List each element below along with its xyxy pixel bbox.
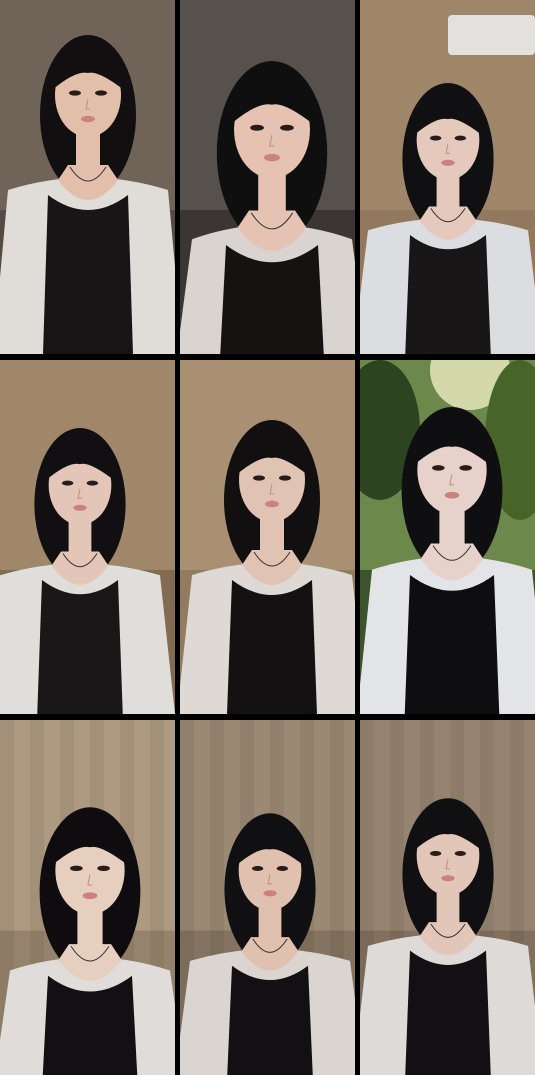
shade <box>180 0 355 354</box>
portrait-image-4 <box>0 360 175 714</box>
portrait-image-8 <box>180 720 355 1075</box>
video-frame-9[interactable] <box>360 720 535 1075</box>
video-frame-5[interactable] <box>180 360 355 714</box>
shade <box>360 720 535 1075</box>
video-frame-2[interactable] <box>180 0 355 354</box>
shade <box>180 360 355 714</box>
portrait-image-5 <box>180 360 355 714</box>
video-frame-4[interactable] <box>0 360 175 714</box>
shade <box>180 720 355 1075</box>
portrait-image-9 <box>360 720 535 1075</box>
shade <box>0 0 175 354</box>
video-frame-6[interactable] <box>360 360 535 714</box>
video-frame-8[interactable] <box>180 720 355 1075</box>
video-frame-1[interactable] <box>0 0 175 354</box>
portrait-image-2 <box>180 0 355 354</box>
portrait-image-7 <box>0 720 175 1075</box>
video-grid <box>0 0 535 1075</box>
shade <box>360 360 535 714</box>
video-frame-7[interactable] <box>0 720 175 1075</box>
video-frame-3[interactable] <box>360 0 535 354</box>
portrait-image-6 <box>360 360 535 714</box>
shade <box>0 720 175 1075</box>
shade <box>360 0 535 354</box>
portrait-image-3 <box>360 0 535 354</box>
portrait-image-1 <box>0 0 175 354</box>
shade <box>0 360 175 714</box>
